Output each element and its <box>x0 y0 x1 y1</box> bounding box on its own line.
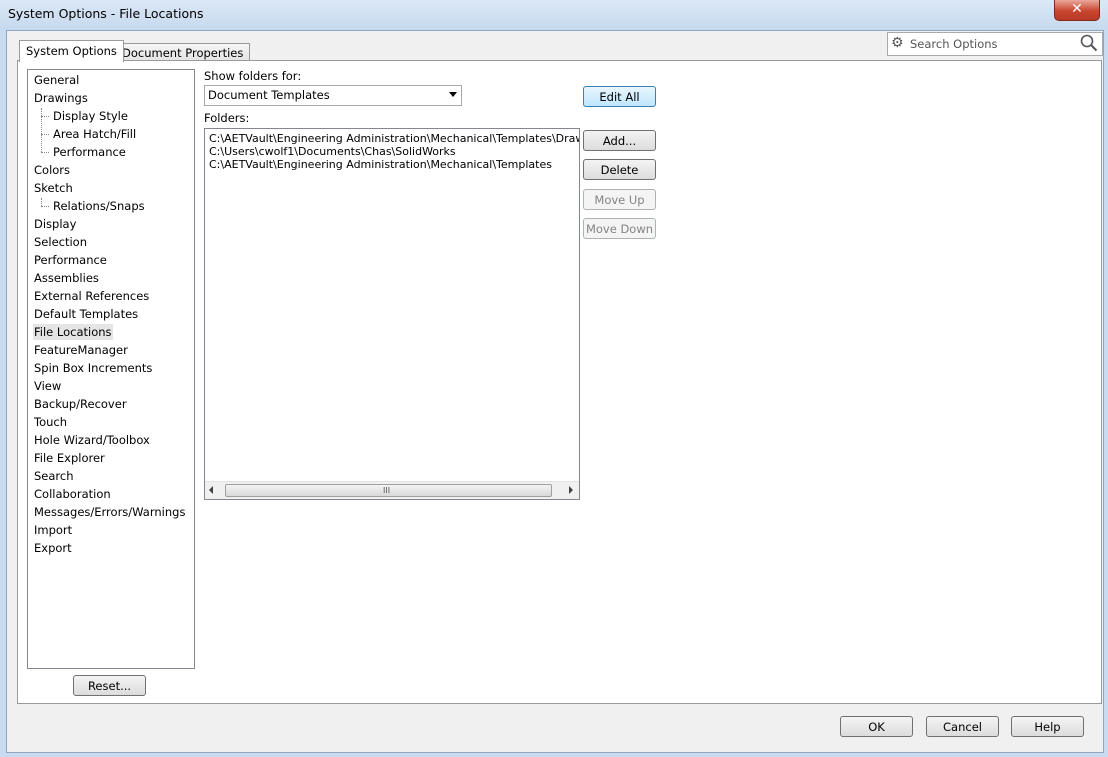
tab-panel: General Drawings Display Style Area Hatch/F… <box>17 60 1102 704</box>
help-button[interactable]: Help <box>1011 716 1084 737</box>
chevron-down-icon[interactable] <box>449 92 457 97</box>
edit-all-button[interactable]: Edit All <box>583 86 656 107</box>
tree-item[interactable]: Export <box>33 540 73 556</box>
tree-item[interactable]: FeatureManager <box>33 342 129 358</box>
tree-connector <box>41 198 42 206</box>
move-down-button[interactable]: Move Down <box>583 218 656 239</box>
tree-item[interactable]: Default Templates <box>33 306 139 322</box>
move-up-button[interactable]: Move Up <box>583 189 656 210</box>
title-bar: System Options - File Locations ✕ <box>0 0 1108 30</box>
tree-item[interactable]: Display Style <box>52 108 129 124</box>
gear-icon[interactable]: ⚙ <box>891 35 904 51</box>
tree-item[interactable]: Relations/Snaps <box>52 198 146 214</box>
tree-item[interactable]: File Locations <box>33 324 113 340</box>
tree-item[interactable]: Performance <box>52 144 127 160</box>
tree-item[interactable]: Collaboration <box>33 486 112 502</box>
add-button[interactable]: Add... <box>583 130 656 151</box>
tree-item[interactable]: Assemblies <box>33 270 100 286</box>
dialog-body: System Options Document Properties ⚙ Sea… <box>6 30 1104 753</box>
folders-list[interactable]: C:\AETVault\Engineering Administration\M… <box>204 128 580 500</box>
show-folders-value: Document Templates <box>208 88 330 102</box>
search-input[interactable]: Search Options <box>910 37 998 51</box>
tree-item[interactable]: Messages/Errors/Warnings <box>33 504 186 520</box>
scroll-right-icon[interactable] <box>569 486 573 494</box>
tree-item[interactable]: General <box>33 72 80 88</box>
cancel-button[interactable]: Cancel <box>926 716 999 737</box>
tree-item[interactable]: Colors <box>33 162 71 178</box>
search-box[interactable]: ⚙ Search Options <box>887 32 1103 56</box>
search-icon[interactable] <box>1080 34 1098 52</box>
tree-item[interactable]: Performance <box>33 252 108 268</box>
show-folders-select[interactable]: Document Templates <box>204 85 462 106</box>
tree-item[interactable]: Display <box>33 216 77 232</box>
tree-item[interactable]: View <box>33 378 62 394</box>
tree-item[interactable]: Import <box>33 522 73 538</box>
tree-connector <box>41 152 49 153</box>
window-title: System Options - File Locations <box>8 6 204 21</box>
tree-item[interactable]: Drawings <box>33 90 89 106</box>
tree-item[interactable]: Selection <box>33 234 88 250</box>
tree-item[interactable]: External References <box>33 288 150 304</box>
folders-label: Folders: <box>204 111 250 125</box>
options-tree[interactable]: General Drawings Display Style Area Hatch/F… <box>27 69 195 669</box>
tree-connector <box>41 108 42 152</box>
tree-item[interactable]: Touch <box>33 414 68 430</box>
tree-connector <box>41 134 49 135</box>
scroll-thumb[interactable]: III <box>225 484 552 497</box>
show-folders-label: Show folders for: <box>204 69 302 83</box>
tab-system-options[interactable]: System Options <box>19 40 124 62</box>
tree-item[interactable]: Spin Box Increments <box>33 360 153 376</box>
reset-button[interactable]: Reset... <box>73 675 146 696</box>
horizontal-scrollbar[interactable]: III <box>205 481 579 499</box>
list-item[interactable]: C:\AETVault\Engineering Administration\M… <box>209 158 552 171</box>
tree-item[interactable]: Area Hatch/Fill <box>52 126 137 142</box>
tree-item[interactable]: Search <box>33 468 75 484</box>
grip-icon: III <box>383 486 391 495</box>
delete-button[interactable]: Delete <box>583 159 656 180</box>
ok-button[interactable]: OK <box>840 716 913 737</box>
tree-item[interactable]: Sketch <box>33 180 74 196</box>
close-button[interactable]: ✕ <box>1054 0 1100 21</box>
list-item[interactable]: C:\AETVault\Engineering Administration\M… <box>209 132 579 145</box>
scroll-left-icon[interactable] <box>209 486 213 494</box>
close-icon: ✕ <box>1071 1 1083 17</box>
tree-connector <box>41 206 49 207</box>
tree-item[interactable]: Hole Wizard/Toolbox <box>33 432 151 448</box>
list-item[interactable]: C:\Users\cwolf1\Documents\Chas\SolidWork… <box>209 145 456 158</box>
tree-connector <box>41 116 49 117</box>
tree-item[interactable]: Backup/Recover <box>33 396 128 412</box>
tree-item[interactable]: File Explorer <box>33 450 106 466</box>
